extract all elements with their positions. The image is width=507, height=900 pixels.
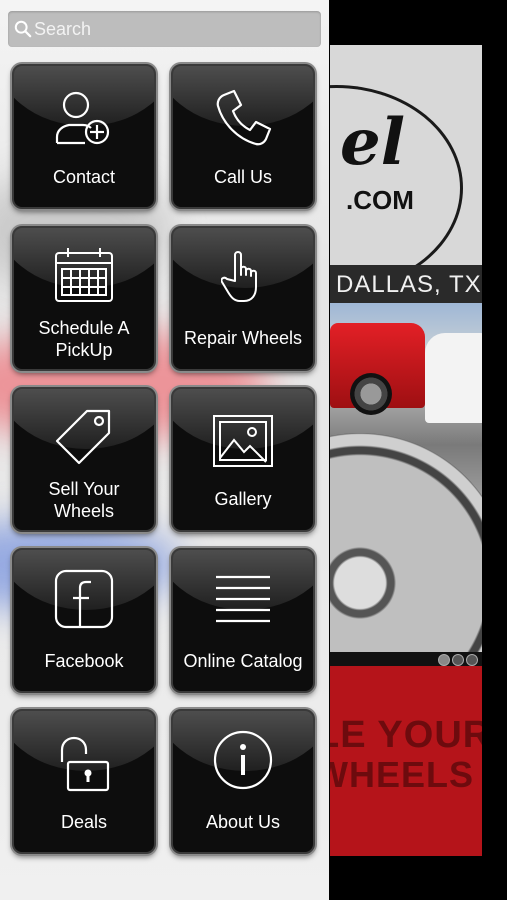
tile-icon-wrap: [14, 566, 154, 632]
page-dot[interactable]: [452, 654, 464, 666]
about-us-label: About Us: [205, 812, 281, 832]
search-icon: [14, 20, 32, 38]
facebook-icon: [54, 569, 114, 629]
promo-line-1: LE YOUR: [330, 714, 482, 756]
gallery-button[interactable]: Gallery: [171, 387, 315, 532]
image-icon: [213, 415, 273, 467]
deals-button[interactable]: Deals: [12, 709, 156, 854]
promo-banner[interactable]: LE YOUR WHEELS: [330, 666, 482, 856]
page-dot[interactable]: [466, 654, 478, 666]
pointing-hand-icon: [221, 251, 257, 302]
info-icon: [213, 730, 273, 790]
logo-domain-text: .COM: [346, 185, 414, 215]
repair-wheels-label: Repair Wheels: [183, 328, 303, 348]
contact-label: Contact: [52, 167, 116, 187]
repair-wheels-button[interactable]: Repair Wheels: [171, 226, 315, 371]
phone-icon: [216, 89, 272, 146]
price-tag-icon: [55, 409, 111, 465]
carousel-page-indicator[interactable]: [330, 652, 482, 666]
background-app-screen: el .COM DALLAS, TX LE YOUR WHEELS: [300, 0, 507, 900]
call-us-button[interactable]: Call Us: [171, 64, 315, 209]
online-catalog-button[interactable]: Online Catalog: [171, 548, 315, 693]
tile-icon-wrap: [173, 84, 313, 154]
call-us-label: Call Us: [213, 167, 272, 187]
white-car-image: [425, 333, 482, 423]
wheel-photo-carousel[interactable]: [330, 303, 482, 658]
search-input[interactable]: [34, 11, 314, 47]
tile-icon-wrap: [14, 405, 154, 469]
calendar-icon: [55, 248, 113, 302]
list-icon: [216, 575, 270, 623]
schedule-pickup-button[interactable]: Schedule A PickUp: [12, 226, 156, 371]
tile-icon-wrap: [173, 248, 313, 310]
location-text: DALLAS, TX: [336, 271, 482, 298]
search-bar[interactable]: [8, 11, 321, 47]
car-wheel-image: [350, 373, 392, 415]
gallery-label: Gallery: [214, 489, 272, 509]
tile-icon-wrap: [14, 731, 154, 797]
sell-your-wheels-label: Sell Your Wheels: [48, 479, 120, 521]
sell-your-wheels-button[interactable]: Sell Your Wheels: [12, 387, 156, 532]
tile-icon-wrap: [173, 727, 313, 793]
promo-line-2: WHEELS: [330, 754, 475, 795]
chrome-rim-image: [330, 433, 482, 658]
online-catalog-label: Online Catalog: [183, 651, 303, 671]
tile-icon-wrap: [173, 566, 313, 632]
tile-icon-wrap: [14, 84, 154, 154]
facebook-button[interactable]: Facebook: [12, 548, 156, 693]
page-dot[interactable]: [438, 654, 450, 666]
location-banner: DALLAS, TX: [330, 265, 482, 303]
contact-button[interactable]: Contact: [12, 64, 156, 209]
brand-logo: el .COM: [330, 45, 482, 265]
about-us-button[interactable]: About Us: [171, 709, 315, 854]
deals-label: Deals: [60, 812, 108, 832]
add-user-icon: [55, 91, 110, 145]
schedule-pickup-label: Schedule A PickUp: [38, 318, 130, 360]
facebook-label: Facebook: [44, 651, 124, 671]
tile-icon-wrap: [14, 242, 154, 308]
side-menu-drawer: Contact Call Us: [0, 0, 329, 900]
logo-script-text: el: [340, 105, 406, 180]
unlocked-padlock-icon: [60, 736, 110, 792]
tile-icon-wrap: [173, 409, 313, 473]
